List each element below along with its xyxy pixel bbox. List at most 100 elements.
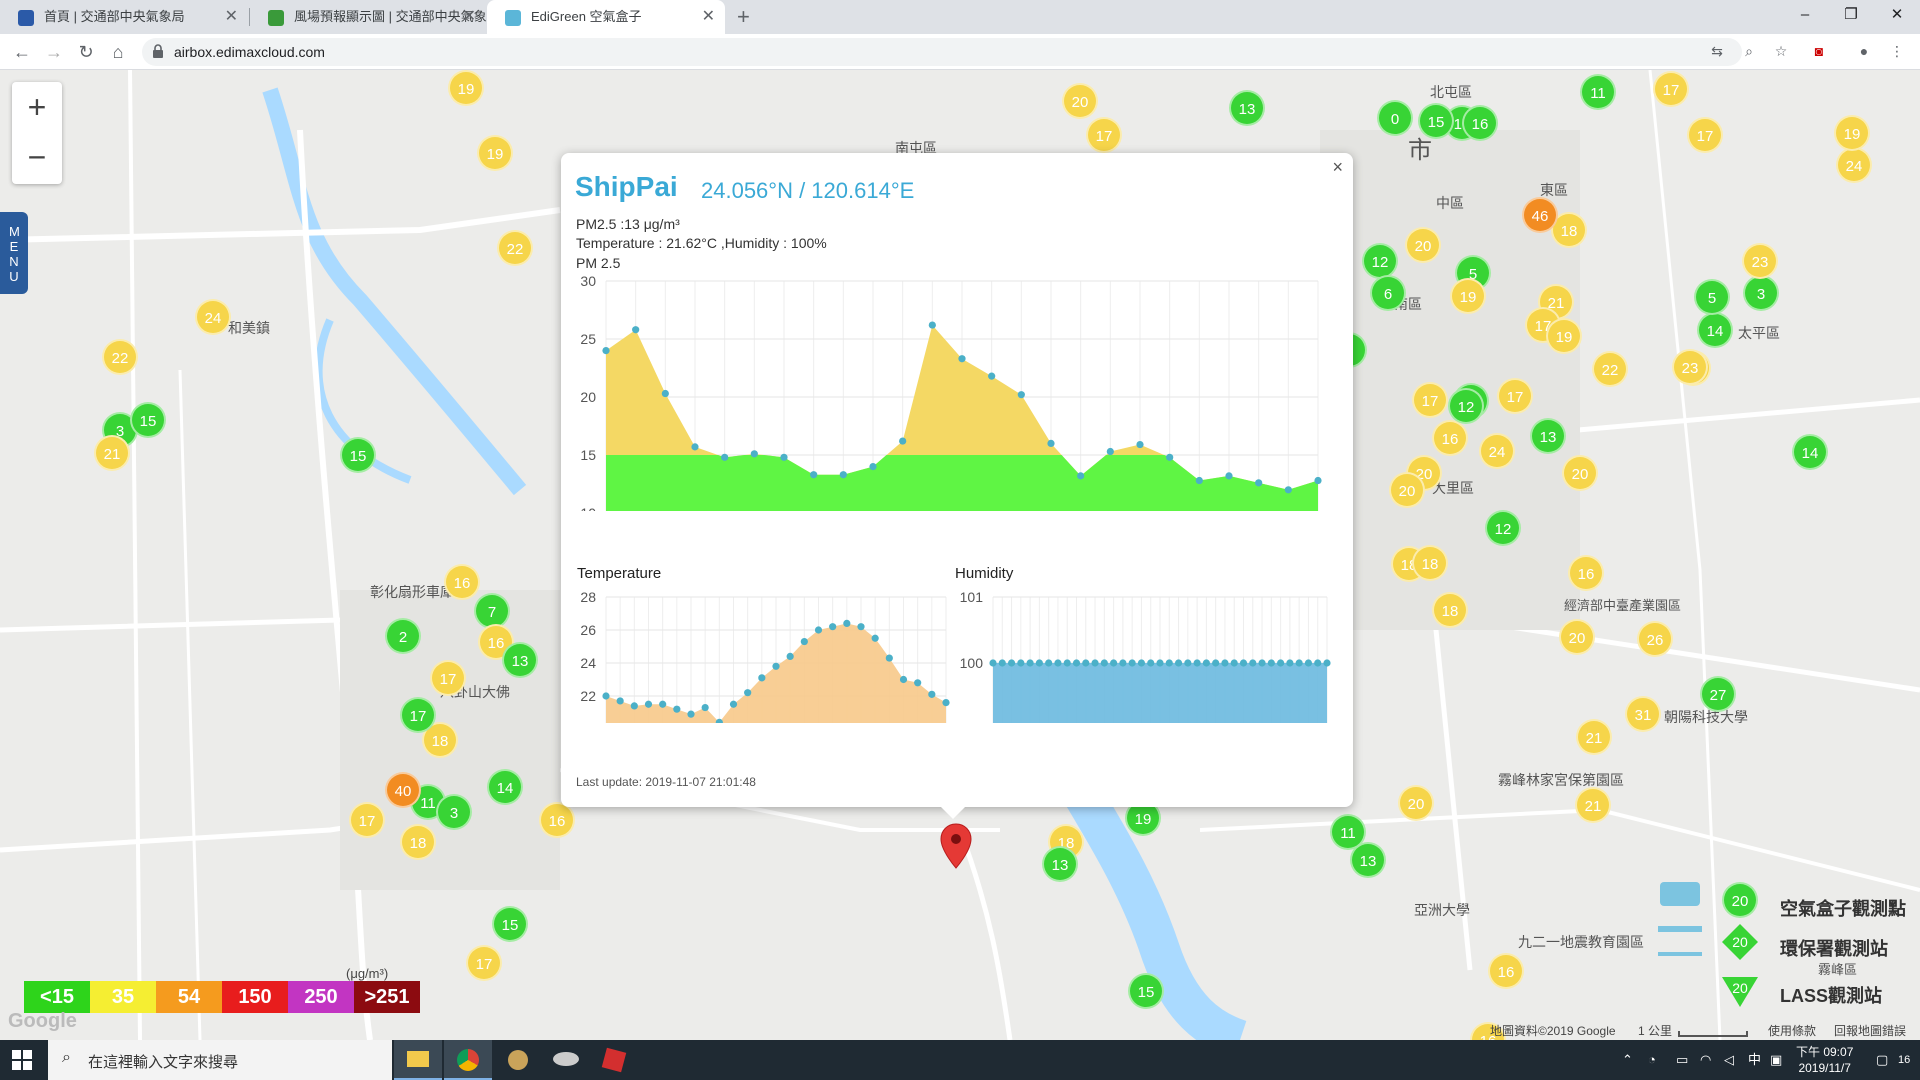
bookmark-star-icon[interactable]: ☆: [1772, 42, 1790, 60]
battery-icon[interactable]: ▭: [1676, 1040, 1688, 1080]
notification-icon[interactable]: ▢: [1876, 1040, 1888, 1080]
station-marker[interactable]: 12: [1448, 388, 1484, 424]
tab-edigreen[interactable]: EdiGreen 空氣盒子 ✕: [487, 0, 725, 34]
station-marker[interactable]: 17: [349, 802, 385, 838]
station-marker[interactable]: 17: [1497, 378, 1533, 414]
windows-start-icon[interactable]: [12, 1050, 32, 1070]
chrome-icon[interactable]: [444, 1040, 492, 1080]
close-window-icon[interactable]: ✕: [1874, 0, 1920, 34]
station-marker[interactable]: 16: [1488, 953, 1524, 989]
tab-cwb-home[interactable]: 首頁 | 交通部中央氣象局 ✕: [0, 0, 248, 34]
selected-location-pin-icon[interactable]: [939, 823, 973, 869]
station-marker[interactable]: 23: [1672, 349, 1708, 385]
restore-icon[interactable]: ❐: [1828, 0, 1874, 34]
station-marker[interactable]: 13: [1350, 842, 1386, 878]
taskbar-search[interactable]: ⌕ 在這裡輸入文字來搜尋: [48, 1040, 392, 1080]
app-icon[interactable]: [542, 1040, 590, 1080]
station-marker[interactable]: 24: [195, 299, 231, 335]
file-explorer-icon[interactable]: [394, 1040, 442, 1080]
new-tab-icon[interactable]: +: [737, 0, 750, 34]
station-marker[interactable]: 27: [1700, 676, 1736, 712]
station-marker[interactable]: 14: [1792, 434, 1828, 470]
station-marker[interactable]: 17: [1687, 117, 1723, 153]
station-marker[interactable]: 23: [1742, 243, 1778, 279]
close-popup-icon[interactable]: ×: [1332, 157, 1343, 178]
station-marker[interactable]: 24: [1836, 147, 1872, 183]
station-marker[interactable]: 22: [1592, 351, 1628, 387]
station-marker[interactable]: 19: [448, 70, 484, 106]
zoom-icon[interactable]: ⌕: [1740, 42, 1758, 60]
station-marker[interactable]: 17: [466, 945, 502, 981]
station-marker[interactable]: 20: [1562, 455, 1598, 491]
station-marker[interactable]: 24: [1479, 433, 1515, 469]
app-icon[interactable]: [590, 1040, 638, 1080]
zoom-out-button[interactable]: −: [12, 132, 62, 182]
station-marker[interactable]: 12: [1362, 243, 1398, 279]
zoom-in-button[interactable]: +: [12, 82, 62, 132]
tray-overflow-icon[interactable]: ⌃: [1622, 1040, 1633, 1080]
station-marker[interactable]: 15: [1128, 973, 1164, 1009]
station-marker[interactable]: 3: [1743, 275, 1779, 311]
station-marker[interactable]: 17: [1412, 382, 1448, 418]
station-marker[interactable]: 19: [477, 135, 513, 171]
translate-icon[interactable]: ⇆: [1708, 42, 1726, 60]
station-marker[interactable]: 16: [1568, 555, 1604, 591]
station-marker[interactable]: 16: [1432, 420, 1468, 456]
address-bar[interactable]: airbox.edimaxcloud.com: [142, 38, 1742, 66]
close-tab-icon[interactable]: ✕: [225, 0, 238, 34]
minimize-icon[interactable]: –: [1782, 0, 1828, 34]
station-marker[interactable]: 13: [1042, 846, 1078, 882]
station-marker[interactable]: 3: [436, 794, 472, 830]
station-marker[interactable]: 19: [1834, 115, 1870, 151]
volume-icon[interactable]: ◁: [1724, 1040, 1734, 1080]
station-marker[interactable]: 17: [430, 660, 466, 696]
station-marker[interactable]: 17: [400, 697, 436, 733]
station-marker[interactable]: 20: [1389, 472, 1425, 508]
station-marker[interactable]: 14: [1697, 312, 1733, 348]
station-marker[interactable]: 16: [539, 802, 575, 838]
menu-tab[interactable]: MENU: [0, 212, 28, 294]
station-marker[interactable]: 17: [1653, 71, 1689, 107]
station-marker[interactable]: 21: [1576, 719, 1612, 755]
station-marker[interactable]: 19: [1450, 278, 1486, 314]
station-marker[interactable]: 19: [1546, 318, 1582, 354]
station-marker[interactable]: 13: [1229, 90, 1265, 126]
station-marker[interactable]: 15: [340, 437, 376, 473]
station-marker[interactable]: 5: [1694, 279, 1730, 315]
taskbar-clock[interactable]: 下午 09:07 2019/11/7: [1796, 1044, 1853, 1076]
station-marker[interactable]: 17: [1086, 117, 1122, 153]
station-marker[interactable]: 18: [1432, 592, 1468, 628]
station-marker[interactable]: 16: [1462, 105, 1498, 141]
station-marker[interactable]: 20: [1559, 619, 1595, 655]
station-marker[interactable]: 15: [130, 402, 166, 438]
close-tab-icon[interactable]: ✕: [702, 0, 715, 34]
station-marker[interactable]: 26: [1637, 621, 1673, 657]
station-marker[interactable]: 11: [1580, 74, 1616, 110]
station-marker[interactable]: 0: [1377, 100, 1413, 136]
reload-icon[interactable]: ↻: [74, 40, 98, 64]
station-marker[interactable]: 18: [1412, 545, 1448, 581]
station-marker[interactable]: 13: [1530, 418, 1566, 454]
station-marker[interactable]: 20: [1405, 227, 1441, 263]
home-icon[interactable]: ⌂: [106, 40, 130, 64]
station-marker[interactable]: 15: [492, 906, 528, 942]
station-marker[interactable]: 21: [1575, 787, 1611, 823]
tab-wind-forecast[interactable]: 風場預報顯示圖 | 交通部中央氣象局 ✕: [250, 0, 486, 34]
station-marker[interactable]: 40: [385, 772, 421, 808]
station-marker[interactable]: 22: [102, 339, 138, 375]
wifi-icon[interactable]: ◠: [1700, 1040, 1711, 1080]
station-marker[interactable]: 20: [1062, 83, 1098, 119]
station-marker[interactable]: 15: [1418, 103, 1454, 139]
station-marker[interactable]: 18: [400, 824, 436, 860]
close-tab-icon[interactable]: ✕: [463, 0, 476, 34]
station-marker[interactable]: 31: [1625, 696, 1661, 732]
menu-kebab-icon[interactable]: ⋮: [1888, 42, 1906, 60]
terms-link[interactable]: 使用條款: [1768, 1022, 1816, 1039]
station-marker[interactable]: 13: [502, 642, 538, 678]
station-marker[interactable]: 14: [487, 769, 523, 805]
forward-icon[interactable]: →: [42, 40, 66, 64]
station-marker[interactable]: 16: [444, 564, 480, 600]
station-marker[interactable]: 2: [385, 618, 421, 654]
profile-icon[interactable]: ●: [1855, 42, 1873, 60]
station-marker[interactable]: 6: [1370, 275, 1406, 311]
